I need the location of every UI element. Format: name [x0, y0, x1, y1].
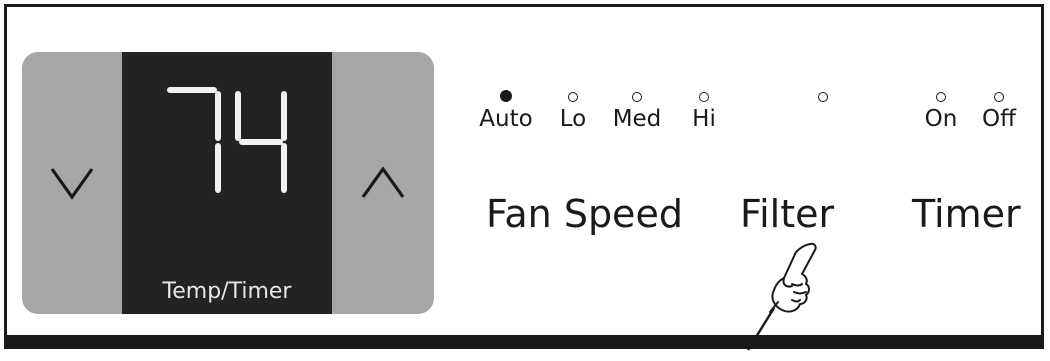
indicator-dot-on	[500, 90, 512, 102]
filter-button[interactable]: Filter	[740, 192, 834, 236]
option-label: Auto	[479, 106, 533, 132]
chevron-down-icon	[50, 168, 94, 200]
option-label: Hi	[692, 106, 716, 132]
temp-timer-control: Temp/Timer	[22, 52, 434, 314]
display-caption: Temp/Timer	[162, 279, 292, 304]
indicator-dot	[994, 92, 1004, 102]
filter-indicator	[808, 92, 838, 102]
lcd-display: Temp/Timer	[122, 52, 332, 314]
indicator-dot	[568, 92, 578, 102]
fan-option-hi[interactable]: Hi	[684, 92, 724, 132]
indicator-dot	[632, 92, 642, 102]
indicator-dot	[936, 92, 946, 102]
increase-button[interactable]	[332, 52, 434, 314]
option-label: On	[924, 106, 958, 132]
timer-option-off[interactable]: Off	[974, 92, 1024, 132]
option-label: Lo	[559, 106, 587, 132]
fan-option-auto[interactable]: Auto	[466, 90, 546, 132]
timer-option-on[interactable]: On	[918, 92, 964, 132]
indicator-dot	[699, 92, 709, 102]
fan-option-lo[interactable]: Lo	[550, 92, 596, 132]
fan-speed-button[interactable]: Fan Speed	[486, 192, 683, 236]
pointing-hand-icon	[746, 242, 817, 351]
timer-button[interactable]: Timer	[912, 192, 1021, 236]
option-label: Off	[982, 106, 1016, 132]
fan-option-med[interactable]: Med	[604, 92, 670, 132]
decrease-button[interactable]	[22, 52, 122, 314]
indicator-dot	[818, 92, 828, 102]
chevron-up-icon	[361, 166, 405, 198]
temperature-readout	[167, 87, 287, 193]
option-label: Med	[612, 106, 662, 132]
